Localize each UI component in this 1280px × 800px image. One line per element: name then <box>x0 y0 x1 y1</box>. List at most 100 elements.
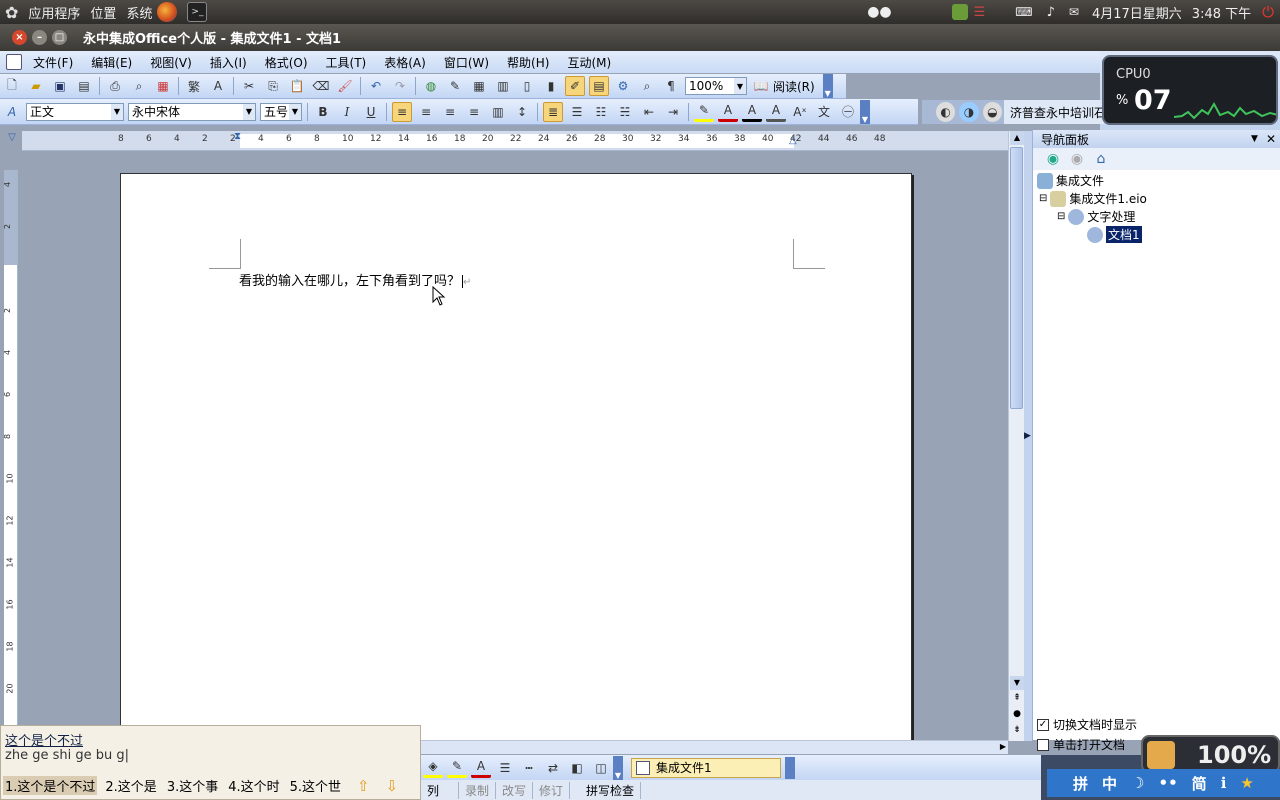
zoom-select[interactable]: 100% ▼ <box>685 77 747 95</box>
power-icon[interactable]: ⏻ <box>1262 3 1274 21</box>
network-wifi-icon[interactable]: ☰ <box>974 5 986 20</box>
ime-mode-pinyin[interactable]: 拼 <box>1073 773 1088 794</box>
align-justify-icon[interactable]: ≡ <box>392 101 412 122</box>
volume-icon[interactable]: ♪ <box>1047 5 1055 20</box>
checkbox-unchecked-icon[interactable] <box>1037 738 1049 751</box>
hyperlink-icon[interactable]: ◍ <box>421 76 441 96</box>
horizontal-scrollbar[interactable]: ▶ <box>421 740 1008 754</box>
ime-mode-simplified[interactable]: 简 <box>1192 773 1207 794</box>
ime-mode-chinese[interactable]: 中 <box>1102 773 1117 794</box>
tree-file[interactable]: ⊟ 集成文件1.eio <box>1039 190 1147 207</box>
text-box-icon[interactable]: ✎ <box>445 76 465 96</box>
format-painter-icon[interactable]: 🖌 <box>335 76 355 96</box>
update-notifier-icon[interactable] <box>951 4 968 20</box>
char-scale-icon[interactable]: Aˣ <box>790 102 810 122</box>
menu-table[interactable]: 表格(A) <box>375 54 435 71</box>
mail-icon[interactable]: ✉ <box>1069 5 1079 19</box>
enclose-char-icon[interactable]: ㊀ <box>838 102 858 122</box>
nav-home-icon[interactable]: ⌂ <box>1091 149 1111 169</box>
ruler-corner-icon[interactable]: ▽ <box>4 132 20 148</box>
distributed-icon[interactable]: ▥ <box>488 102 508 122</box>
menu-window[interactable]: 窗口(W) <box>435 54 498 71</box>
drawing-icon[interactable]: ✐ <box>565 76 585 96</box>
tree-module[interactable]: ⊟ 文字处理 <box>1057 208 1135 225</box>
print-preview-icon[interactable]: ⌕ <box>129 76 149 96</box>
menu-insert[interactable]: 插入(I) <box>201 54 256 71</box>
ime-info-icon[interactable]: ℹ <box>1221 774 1227 792</box>
paste-icon[interactable]: 📋 <box>287 76 307 96</box>
close-window-icon[interactable]: × <box>12 30 27 45</box>
panel-menu-places[interactable]: 位置 <box>85 3 121 22</box>
horizontal-ruler[interactable]: 8 6 4 2 2 4 6 8 10 12 14 16 18 20 22 24 26 28 30 32 34 36 38 40… <box>22 131 1008 151</box>
tree-doc[interactable]: 文档1 <box>1087 226 1142 243</box>
copy-icon[interactable]: ⎘ <box>263 76 283 96</box>
line-color-icon[interactable]: ✎ <box>447 758 467 778</box>
firefox-icon[interactable] <box>157 2 178 22</box>
undo-icon[interactable]: ↶ <box>366 76 386 96</box>
document-page[interactable]: 看我的输入在哪儿，左下角看到了吗？ ↵ <box>120 173 912 743</box>
read-mode-icon[interactable]: 📖 <box>751 76 771 96</box>
vertical-scrollbar[interactable]: ▲ ▼ ⇞ ● ⇟ <box>1008 131 1024 741</box>
toolbar-overflow-icon[interactable]: ▼ <box>822 74 833 98</box>
redo-icon[interactable]: ↷ <box>390 76 410 96</box>
bullets-icon[interactable]: ☰ <box>567 102 587 122</box>
keyboard-icon[interactable]: ⌨ <box>1015 5 1032 19</box>
ime-candidate[interactable]: 2.这个是 <box>105 776 156 795</box>
font-select[interactable]: 永中宋体 ▼ <box>128 102 256 121</box>
scroll-up-icon[interactable]: ▲ <box>1010 131 1024 145</box>
ime-candidate[interactable]: 3.这个事 <box>167 776 218 795</box>
status-track-changes[interactable]: 修订 <box>533 781 571 799</box>
cut-icon[interactable]: ✂ <box>239 76 259 96</box>
pilcrow-icon[interactable]: ¶ <box>661 76 681 96</box>
status-overtype[interactable]: 改写 <box>496 781 534 799</box>
menu-file[interactable]: 文件(F) <box>24 54 82 71</box>
next-page-icon[interactable]: ⇟ <box>1010 725 1024 739</box>
read-mode-button[interactable]: 阅读(R) <box>773 78 815 95</box>
ubuntu-logo-icon[interactable]: ✿ <box>0 3 23 22</box>
increase-indent-icon[interactable]: ⇥ <box>663 102 683 122</box>
right-indent-marker-icon[interactable]: △ <box>789 135 797 146</box>
prev-page-icon[interactable]: ⇞ <box>1010 693 1024 707</box>
menu-format[interactable]: 格式(O) <box>256 54 317 71</box>
highlight-icon[interactable]: ✎ <box>694 102 714 122</box>
menu-view[interactable]: 视图(V) <box>141 54 201 71</box>
document-tab[interactable]: 集成文件1 <box>631 757 781 778</box>
menu-help[interactable]: 帮助(H) <box>498 54 558 71</box>
print-icon[interactable]: ⎙ <box>105 76 125 96</box>
arrow-style-icon[interactable]: ⇄ <box>543 758 563 778</box>
new-doc-icon[interactable]: 🗋 <box>2 76 22 96</box>
document-map-icon[interactable]: ▤ <box>589 76 609 96</box>
style-select[interactable]: 正文 ▼ <box>26 102 124 121</box>
module-word-icon[interactable]: ◐ <box>936 102 956 122</box>
scroll-down-icon[interactable]: ▼ <box>1010 676 1024 690</box>
nav-back-icon[interactable]: ◉ <box>1043 149 1063 169</box>
menu-tools[interactable]: 工具(T) <box>317 54 376 71</box>
module-sheet-icon[interactable]: ◑ <box>959 102 979 122</box>
ime-punct-icon[interactable]: •• <box>1158 774 1177 792</box>
panel-menu-system[interactable]: 系统 <box>121 3 157 22</box>
nav-menu-icon[interactable]: ▼ <box>1251 134 1258 144</box>
toolbar-overflow-icon[interactable]: ▼ <box>613 755 623 780</box>
ime-candidate[interactable]: 5.这个世 <box>290 776 341 795</box>
columns-icon[interactable]: ▯ <box>517 76 537 96</box>
menu-edit[interactable]: 编辑(E) <box>82 54 141 71</box>
zoom-icon[interactable]: ⌕ <box>637 76 657 96</box>
align-center-icon[interactable]: ≡ <box>440 102 460 122</box>
italic-icon[interactable]: I <box>337 102 357 122</box>
export-pdf-icon[interactable]: ▦ <box>153 76 173 96</box>
status-record[interactable]: 录制 <box>459 781 497 799</box>
scroll-thumb[interactable] <box>1010 147 1023 409</box>
scroll-right-icon[interactable]: ▶ <box>1000 742 1006 751</box>
insert-table-icon[interactable]: ▦ <box>469 76 489 96</box>
open-folder-icon[interactable]: ▰ <box>26 76 46 96</box>
maximize-window-icon[interactable]: □ <box>52 30 67 45</box>
collapse-panel-icon[interactable]: ▶ <box>1024 431 1031 441</box>
indent-marker-icon[interactable]: ⧗ <box>234 131 241 142</box>
decrease-indent-icon[interactable]: ⇤ <box>639 102 659 122</box>
align-left-icon[interactable]: ≡ <box>416 102 436 122</box>
spelling-icon[interactable]: A <box>208 76 228 96</box>
option-click-open[interactable]: 单击打开文档 <box>1037 736 1125 753</box>
settings-gear-icon[interactable]: ⚙ <box>613 76 633 96</box>
fill-color-icon[interactable]: ◈ <box>423 758 443 778</box>
module-present-icon[interactable]: ◒ <box>982 102 1002 122</box>
